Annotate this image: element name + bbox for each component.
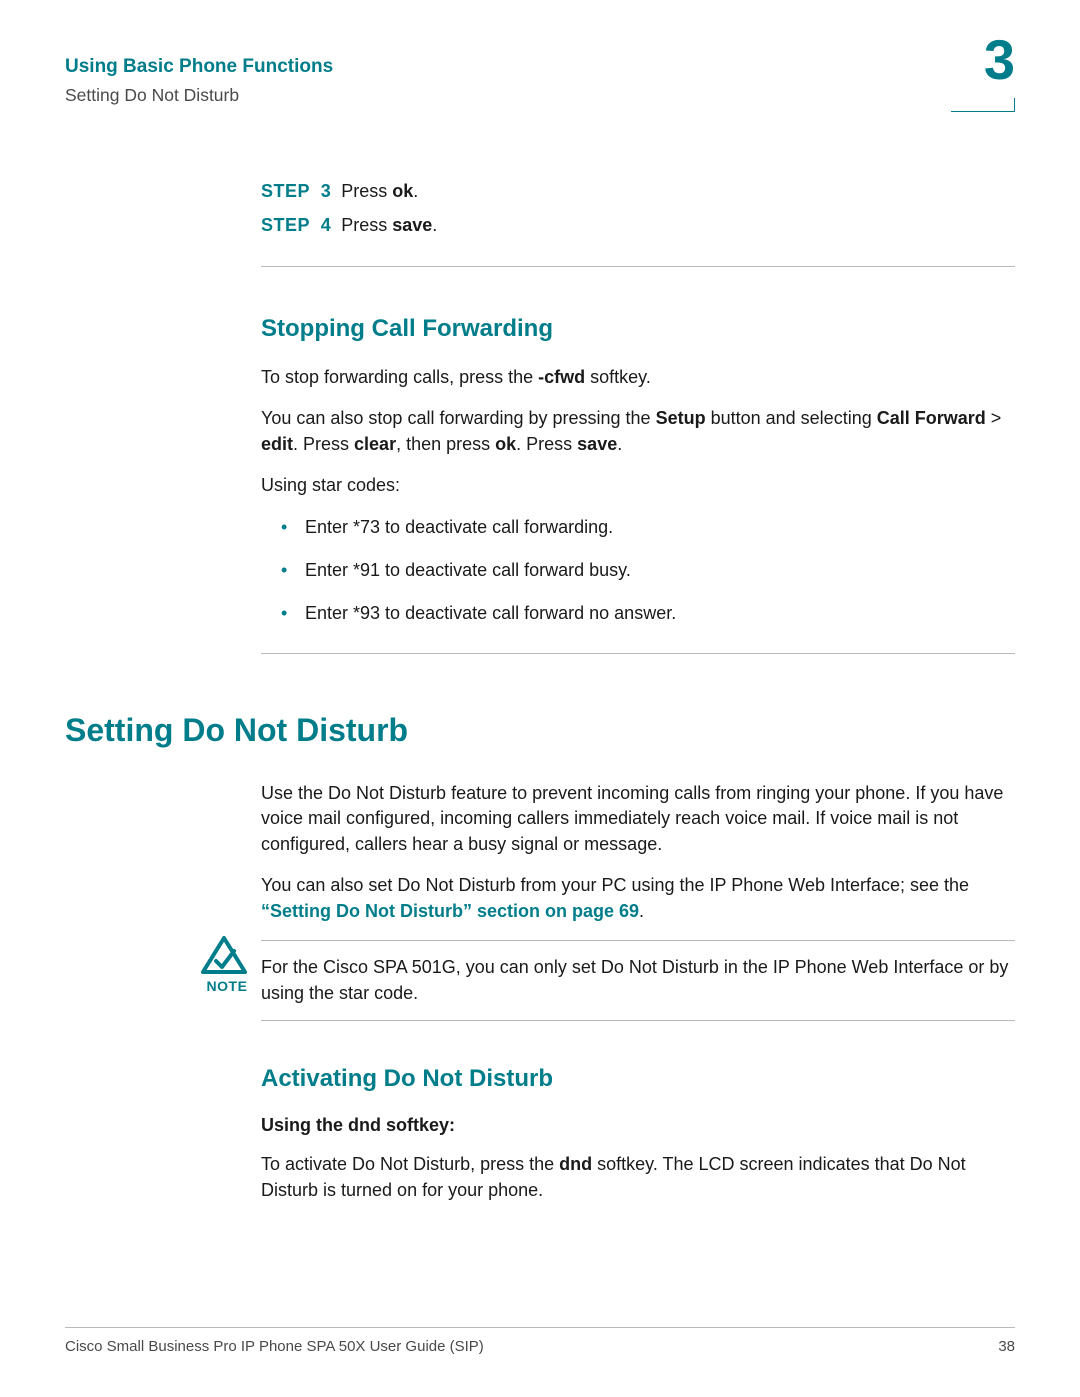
heading-activating-dnd: Activating Do Not Disturb [261,1065,1015,1093]
page-footer: Cisco Small Business Pro IP Phone SPA 50… [65,1327,1015,1355]
heading-setting-dnd: Setting Do Not Disturb [65,712,1015,749]
note-text: For the Cisco SPA 501G, you can only set… [261,955,1015,1006]
step-row: STEP 3 Press ok. [261,178,1015,206]
chapter-number: 3 [984,32,1015,88]
step-text: Press save. [341,212,437,240]
note-label: NOTE [201,978,253,994]
subheading-using-dnd-softkey: Using the dnd softkey: [261,1115,1015,1136]
divider [261,266,1015,267]
heading-stopping: Stopping Call Forwarding [261,315,1015,343]
divider [261,940,1015,941]
list-item: Enter *91 to deactivate call forward bus… [305,558,1015,583]
list-item: Enter *93 to deactivate call forward no … [305,601,1015,626]
paragraph: You can also stop call forwarding by pre… [261,406,1015,457]
section-setting-dnd: Setting Do Not Disturb Use the Do Not Di… [65,712,1015,1204]
step-row: STEP 4 Press save. [261,212,1015,240]
step-label: STEP 3 [261,178,331,206]
footer-title: Cisco Small Business Pro IP Phone SPA 50… [65,1338,484,1355]
page-number: 38 [998,1338,1015,1355]
page: Using Basic Phone Functions Setting Do N… [0,0,1080,1397]
chapter-rule [951,98,1015,112]
paragraph: You can also set Do Not Disturb from you… [261,873,1015,924]
step-text: Press ok. [341,178,418,206]
page-header: Using Basic Phone Functions Setting Do N… [65,54,1015,124]
note-block: NOTE For the Cisco SPA 501G, you can onl… [261,940,1015,1021]
list-item: Enter *73 to deactivate call forwarding. [305,515,1015,540]
section-stopping-call-forwarding: Stopping Call Forwarding To stop forward… [261,315,1015,654]
steps-block: STEP 3 Press ok. STEP 4 Press save. [261,178,1015,267]
cross-reference-link[interactable]: “Setting Do Not Disturb” section on page… [261,901,639,921]
paragraph: Use the Do Not Disturb feature to preven… [261,781,1015,858]
step-label: STEP 4 [261,212,331,240]
header-title: Using Basic Phone Functions [65,54,1015,81]
header-subtitle: Setting Do Not Disturb [65,85,1015,106]
paragraph: Using star codes: [261,473,1015,499]
divider [261,1020,1015,1021]
divider [261,653,1015,654]
note-icon [201,936,247,976]
bullet-list: Enter *73 to deactivate call forwarding.… [261,515,1015,627]
paragraph: To stop forwarding calls, press the -cfw… [261,365,1015,391]
paragraph: To activate Do Not Disturb, press the dn… [261,1152,1015,1203]
